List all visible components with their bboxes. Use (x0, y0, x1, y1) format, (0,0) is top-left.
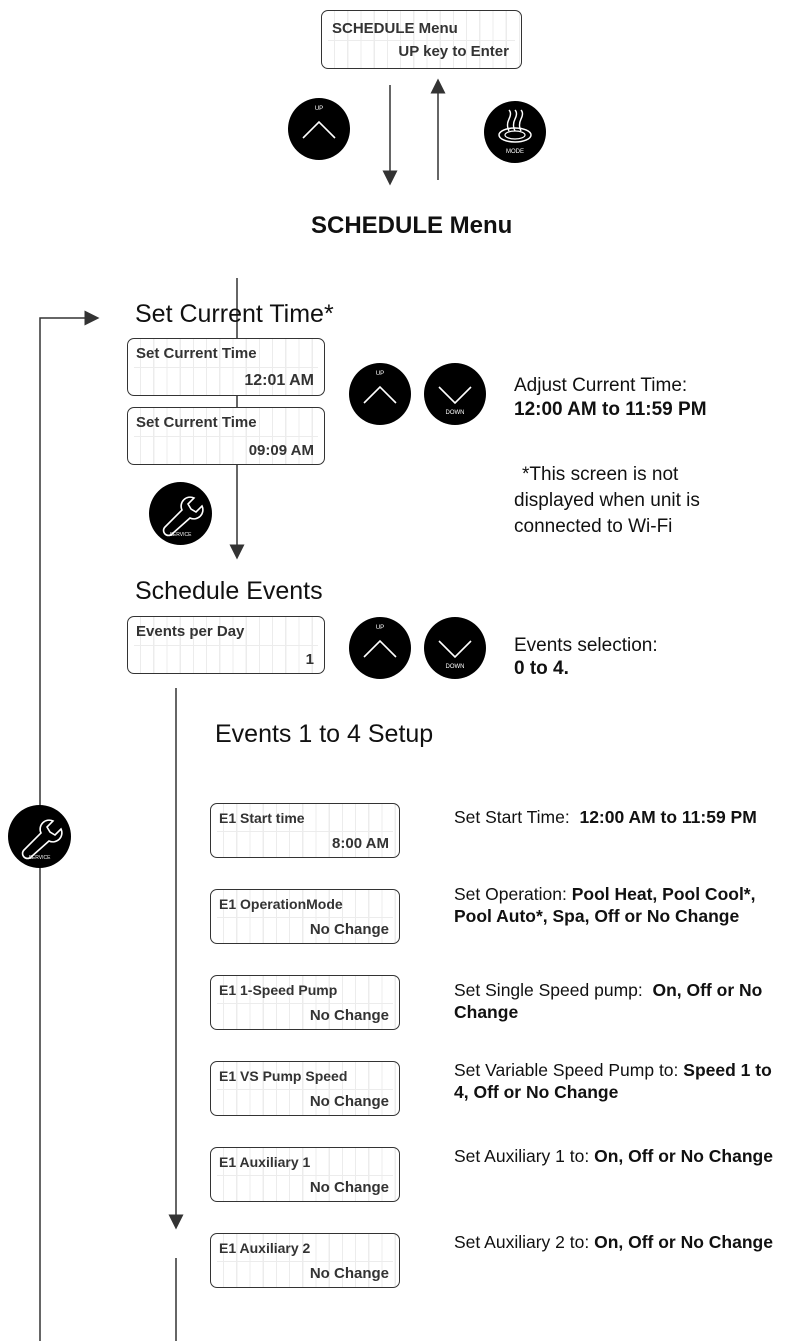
adjust-time-desc: Adjust Current Time: 12:00 AM to 11:59 P… (514, 374, 707, 422)
display-line2: 09:09 AM (248, 442, 314, 459)
display-line2: 12:01 AM (244, 372, 314, 389)
events-up-button[interactable]: UP (349, 617, 411, 679)
event-setting-desc: Set Variable Speed Pump to: Speed 1 to 4… (454, 1059, 786, 1103)
schedule-events-heading: Schedule Events (135, 577, 323, 605)
display-line2: No Change (309, 1179, 389, 1196)
desc-label: Set Start Time: (454, 807, 580, 827)
display-line2: UP key to Enter (398, 43, 509, 60)
mode-button[interactable]: MODE (484, 101, 546, 163)
events-selection-label: Events selection: (514, 635, 658, 656)
display-line2: No Change (309, 1265, 389, 1282)
desc-label: Set Operation: (454, 884, 572, 904)
down-label: DOWN (445, 664, 465, 670)
display-line1: E1 Auxiliary 2 (219, 1240, 311, 1256)
service-label: SERVICE (169, 532, 192, 538)
desc-options: On, Off or No Change (594, 1232, 773, 1252)
desc-label: Set Single Speed pump: (454, 980, 653, 1000)
wifi-note: *This screen is not displayed when unit … (514, 462, 700, 540)
service-button[interactable]: SERVICE (149, 482, 212, 545)
desc-label: Set Variable Speed Pump to: (454, 1060, 684, 1080)
wifi-note-line2: displayed when unit is (514, 490, 700, 511)
schedule-menu-display: SCHEDULE Menu UP key to Enter (321, 10, 522, 69)
events-down-button[interactable]: DOWN (424, 617, 486, 679)
event-setting-desc: Set Operation: Pool Heat, Pool Cool*, Po… (454, 883, 786, 927)
event-setting-display: E1 Auxiliary 2 No Change (210, 1233, 400, 1288)
event-setting-display: E1 Auxiliary 1 No Change (210, 1147, 400, 1202)
up-button[interactable]: UP (288, 98, 350, 160)
display-line1: Events per Day (136, 623, 245, 640)
display-line1: E1 1-Speed Pump (219, 982, 338, 998)
menu-title: SCHEDULE Menu (311, 212, 513, 239)
event-setting-display: E1 VS Pump Speed No Change (210, 1061, 400, 1116)
event-setting-desc: Set Single Speed pump: On, Off or No Cha… (454, 979, 786, 1023)
desc-options: 12:00 AM to 11:59 PM (579, 807, 757, 827)
events-per-day-display: Events per Day 1 (127, 616, 325, 674)
up-label: UP (375, 371, 385, 377)
desc-label: Set Auxiliary 2 to: (454, 1232, 595, 1252)
mode-label: MODE (506, 149, 524, 155)
desc-options: On, Off or No Change (594, 1146, 773, 1166)
set-time-up-button[interactable]: UP (349, 363, 411, 425)
display-line1: E1 Start time (219, 810, 305, 826)
set-time-heading: Set Current Time* (135, 300, 334, 328)
events-selection-desc: Events selection: 0 to 4. (514, 634, 658, 680)
adjust-time-label: Adjust Current Time: (514, 375, 688, 396)
display-line1: E1 VS Pump Speed (219, 1068, 348, 1084)
event-setting-display: E1 OperationMode No Change (210, 889, 400, 944)
display-line1: E1 Auxiliary 1 (219, 1154, 311, 1170)
display-line2: No Change (309, 921, 389, 938)
adjust-time-range: 12:00 AM to 11:59 PM (514, 399, 707, 420)
display-line2: 8:00 AM (332, 835, 389, 852)
up-label: UP (314, 106, 324, 112)
event-setting-display: E1 Start time 8:00 AM (210, 803, 400, 858)
events-setup-heading: Events 1 to 4 Setup (215, 720, 434, 748)
display-line1: SCHEDULE Menu (332, 20, 458, 37)
display-line1: Set Current Time (136, 345, 257, 362)
service-button-left[interactable]: SERVICE (8, 805, 71, 868)
wifi-note-line1: *This screen is not (522, 464, 679, 485)
up-label: UP (375, 625, 385, 631)
display-line1: E1 OperationMode (219, 896, 343, 912)
event-setting-desc: Set Auxiliary 2 to: On, Off or No Change (454, 1231, 786, 1253)
events-selection-range: 0 to 4. (514, 658, 569, 679)
event-setting-display: E1 1-Speed Pump No Change (210, 975, 400, 1030)
display-line2: No Change (309, 1007, 389, 1024)
display-line1: Set Current Time (136, 414, 257, 431)
set-time-display-2: Set Current Time 09:09 AM (127, 407, 325, 465)
down-label: DOWN (445, 410, 465, 416)
set-time-display-1: Set Current Time 12:01 AM (127, 338, 325, 396)
event-setting-desc: Set Auxiliary 1 to: On, Off or No Change (454, 1145, 786, 1167)
set-time-down-button[interactable]: DOWN (424, 363, 486, 425)
wifi-note-line3: connected to Wi-Fi (514, 516, 673, 537)
desc-label: Set Auxiliary 1 to: (454, 1146, 595, 1166)
display-line2: No Change (309, 1093, 389, 1110)
event-setting-desc: Set Start Time: 12:00 AM to 11:59 PM (454, 806, 786, 828)
service-label: SERVICE (28, 855, 51, 861)
display-line2: 1 (305, 651, 314, 668)
